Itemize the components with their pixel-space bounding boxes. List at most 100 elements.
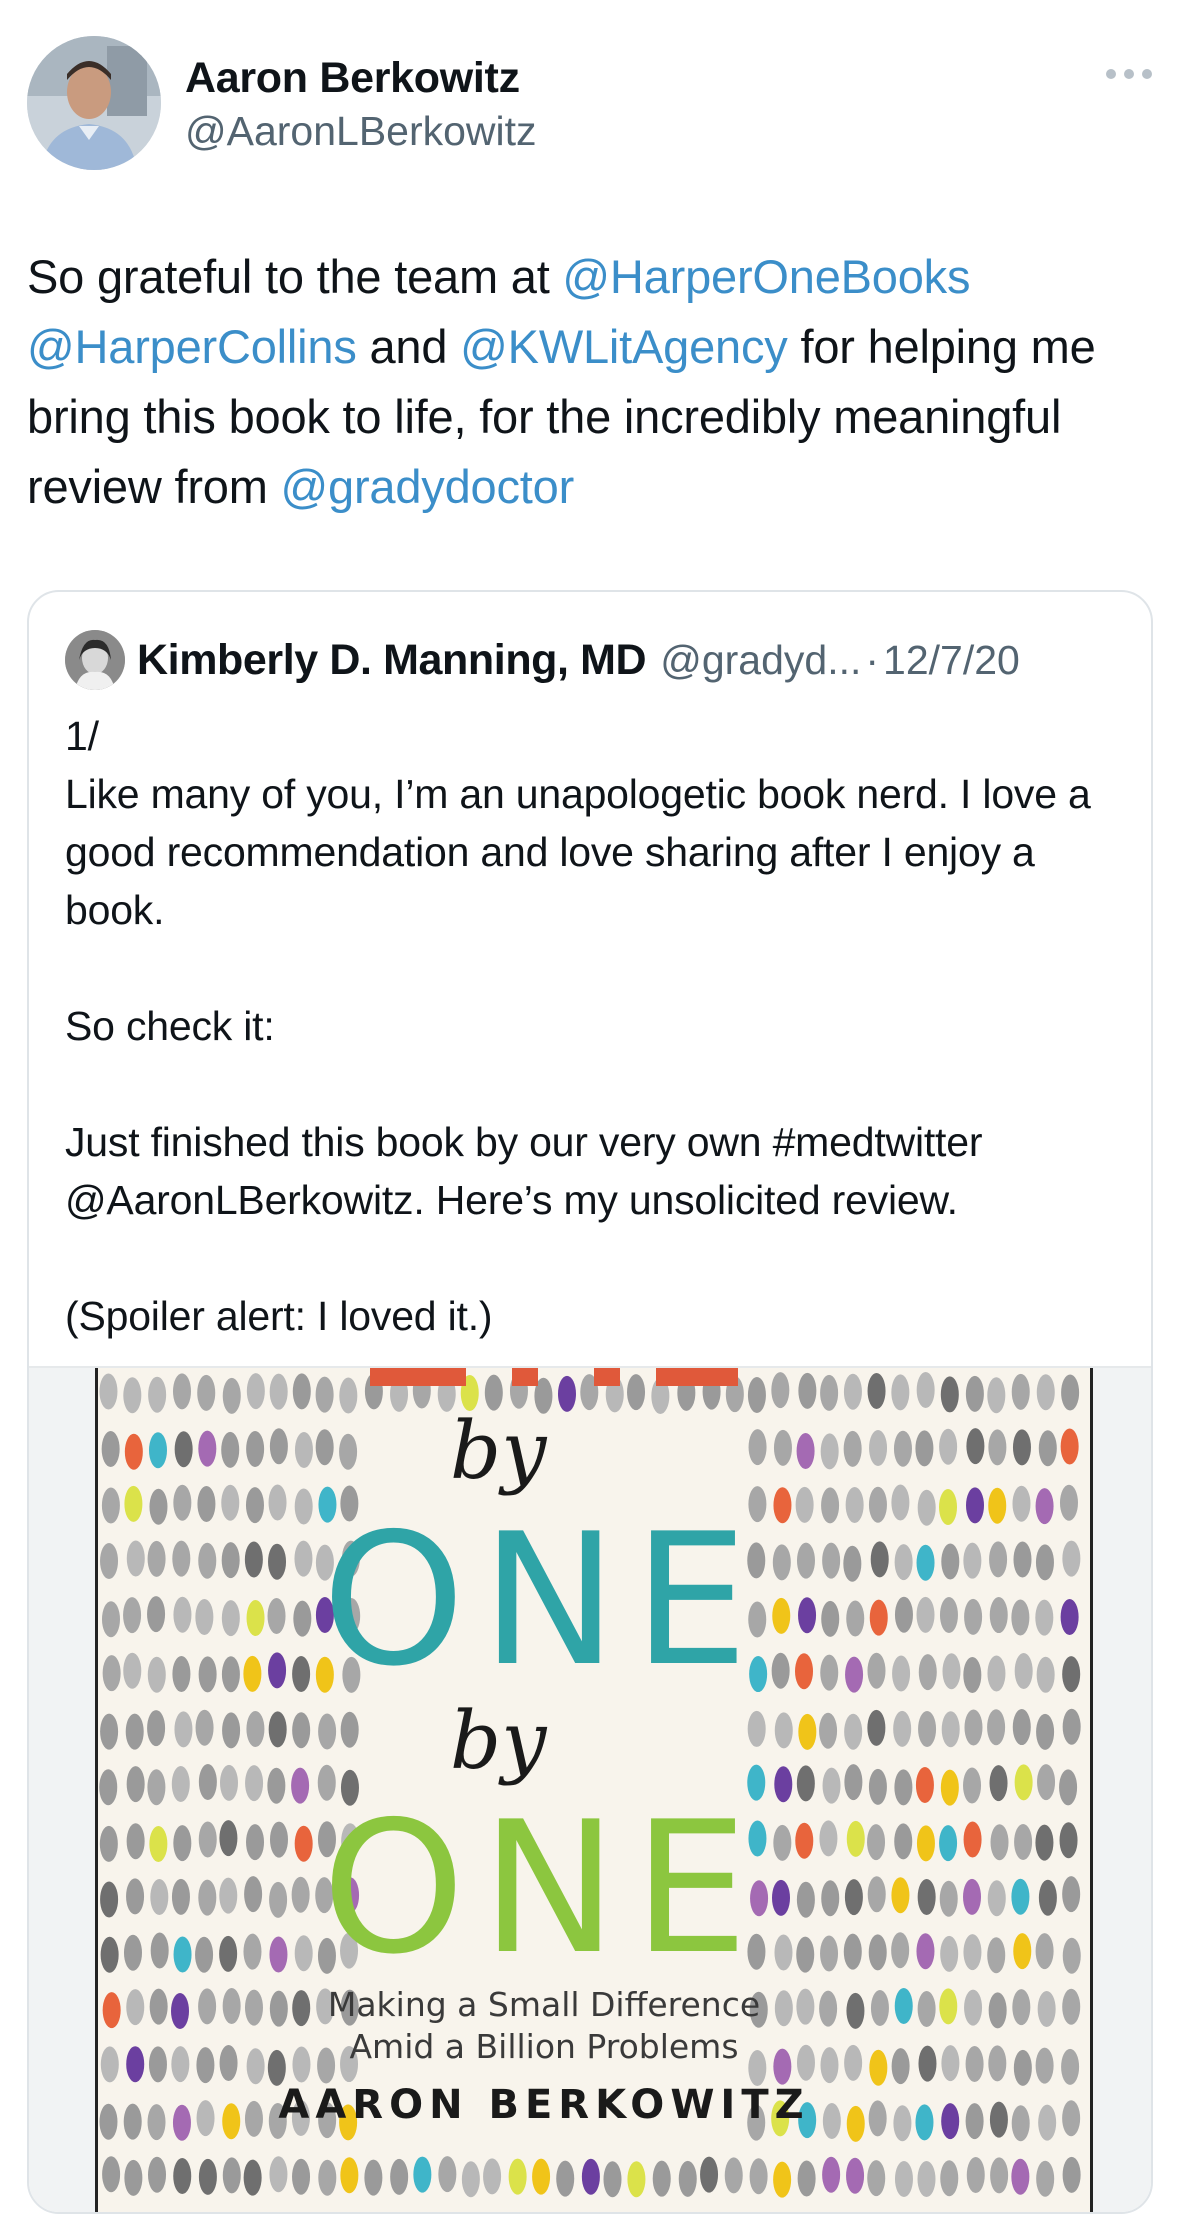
cover-dot [867, 1652, 886, 1689]
cover-dot [894, 2160, 913, 2197]
cover-dot [819, 1712, 838, 1749]
quoted-blank-line [65, 1055, 1125, 1113]
cover-dot [1035, 1488, 1054, 1525]
quoted-paragraph: So check it: [65, 1003, 275, 1049]
cover-dot [893, 1430, 912, 1467]
cover-dot [1036, 1374, 1055, 1411]
cover-dot [221, 1542, 240, 1579]
cover-dot [868, 2100, 887, 2137]
cover-dot [198, 1430, 217, 1467]
cover-dot [172, 1373, 191, 1410]
cover-dot [1038, 1879, 1057, 1916]
cover-dot [918, 1710, 937, 1747]
mention-link[interactable]: @HarperCollins [27, 320, 357, 373]
quoted-blank-line [65, 939, 1125, 997]
mention-link[interactable]: @KWLitAgency [460, 320, 788, 373]
cover-dot [126, 1540, 145, 1577]
cover-dot [244, 1541, 263, 1578]
cover-dot [966, 1428, 985, 1465]
quoted-tweet[interactable]: Kimberly D. Manning, MD @gradyd... · 12/… [27, 590, 1153, 2214]
cover-dot [796, 1988, 815, 2025]
cover-dot [1062, 1540, 1081, 1577]
cover-dot [293, 1600, 312, 1637]
cover-dot [243, 2159, 262, 2196]
author-name[interactable]: Aaron Berkowitz [185, 54, 520, 103]
more-options-icon[interactable] [1106, 54, 1152, 94]
cover-dot [844, 2044, 863, 2081]
cover-dot [195, 1936, 214, 1973]
cover-dot [988, 2045, 1007, 2082]
cover-dot [147, 1769, 166, 1806]
cover-dot [796, 1936, 815, 1973]
cover-dot [1012, 1485, 1031, 1522]
cover-dot [222, 1377, 241, 1414]
cover-dot [916, 1544, 935, 1581]
cover-dot [915, 1430, 934, 1467]
cover-dot [1013, 1541, 1032, 1578]
author-avatar[interactable] [27, 36, 161, 170]
cover-dot [893, 2105, 912, 2142]
cover-dot [1035, 2047, 1054, 2084]
cover-dot [150, 1932, 169, 1969]
cover-dot [939, 1988, 958, 2025]
cover-dot [267, 2049, 286, 2086]
mention-link[interactable]: @HarperOneBooks [562, 250, 970, 303]
cover-dot [174, 1711, 193, 1748]
cover-dot [126, 2046, 145, 2083]
book-cover-image[interactable]: by ONE by ONE Making a Small Difference … [95, 1368, 1093, 2212]
cover-dot [846, 1992, 865, 2029]
quoted-blank-line [65, 1229, 1125, 1287]
cover-dot [148, 2156, 167, 2193]
quoted-author-name: Kimberly D. Manning, MD [137, 635, 647, 684]
cover-dot [292, 2046, 311, 2083]
mention-link[interactable]: @gradydoctor [281, 460, 575, 513]
cover-one-2: ONE [322, 1782, 764, 1994]
cover-dot [268, 1543, 287, 1580]
cover-dot [244, 1876, 263, 1913]
cover-dot [868, 1486, 887, 1523]
cover-dot [125, 1713, 144, 1750]
cover-dot [269, 1428, 288, 1465]
cover-dot [1062, 1656, 1081, 1693]
cover-dot [1062, 1876, 1081, 1913]
cover-dot [246, 1711, 265, 1748]
cover-dot [1014, 1653, 1033, 1690]
cover-dot [269, 1936, 288, 1973]
cover-dot [822, 1767, 841, 1804]
cover-dot [844, 1764, 863, 1801]
cover-dot [267, 1767, 286, 1804]
cover-dot [796, 1542, 815, 1579]
cover-dot [798, 1597, 817, 1634]
cover-dot [966, 2156, 985, 2193]
cover-dot [243, 1655, 262, 1692]
cover-dot [1062, 2100, 1081, 2137]
cover-dot [846, 2157, 865, 2194]
tweet-text-segment: and [356, 320, 461, 373]
cover-dot [1062, 1708, 1081, 1745]
cover-dot [315, 1376, 334, 1413]
cover-dot [820, 1433, 839, 1470]
cover-dot [1014, 1764, 1033, 1801]
cover-dot [917, 1489, 936, 1526]
cover-dot [219, 1877, 238, 1914]
cover-dot [149, 1825, 168, 1862]
cover-dot [219, 1820, 238, 1857]
cover-dot [990, 2157, 1009, 2194]
cover-dot [126, 1766, 145, 1803]
cover-dot [989, 1597, 1008, 1634]
quoted-media[interactable]: by ONE by ONE Making a Small Difference … [29, 1366, 1151, 2212]
author-handle[interactable]: @AaronLBerkowitz [185, 108, 537, 155]
cover-dot [846, 1600, 865, 1637]
cover-dot [820, 1374, 839, 1411]
cover-dot [102, 1992, 121, 2029]
cover-dot [1011, 2158, 1030, 2195]
cover-dot [893, 1710, 912, 1747]
cover-dot [246, 1599, 265, 1636]
cover-dot [100, 1936, 119, 1973]
cover-dot [891, 2048, 910, 2085]
cover-dot [244, 2100, 263, 2137]
cover-author: AARON BERKOWITZ [278, 2082, 809, 2128]
cover-dot [269, 1821, 288, 1858]
cover-dot [894, 1544, 913, 1581]
cover-dot [291, 1876, 310, 1913]
